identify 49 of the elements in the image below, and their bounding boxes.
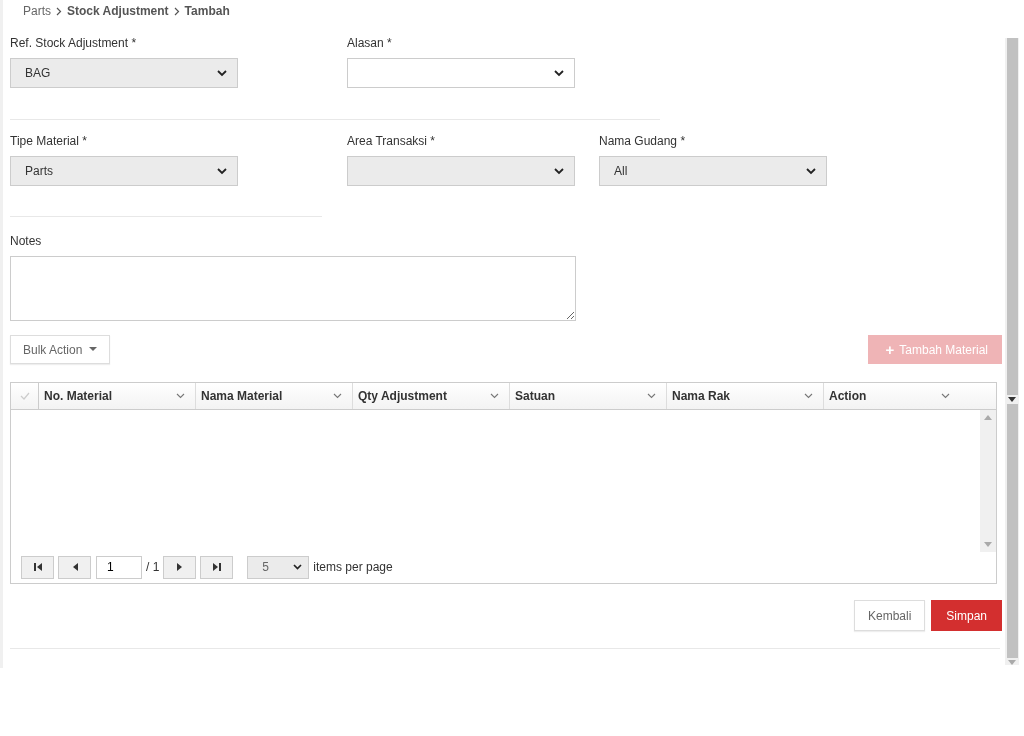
- notes-field[interactable]: [10, 256, 576, 321]
- page-size-dropdown[interactable]: 5: [247, 555, 310, 579]
- chevron-down-icon[interactable]: [647, 393, 656, 399]
- scrollbar[interactable]: [1005, 38, 1019, 665]
- chevron-down-icon: [554, 167, 564, 175]
- chevron-right-icon: [56, 6, 62, 16]
- column-header[interactable]: Action: [824, 383, 996, 409]
- last-page-icon: [211, 562, 222, 572]
- chevron-down-icon: [217, 167, 227, 175]
- back-button[interactable]: Kembali: [853, 600, 926, 631]
- chevron-down-icon[interactable]: [490, 393, 499, 399]
- field-label: Area Transaksi *: [347, 134, 437, 148]
- previous-page-button[interactable]: [58, 555, 91, 579]
- chevron-down-icon: [217, 69, 227, 77]
- bulk-action-button[interactable]: Bulk Action: [10, 335, 111, 364]
- chevron-down-icon: [806, 167, 816, 175]
- chevron-down-icon[interactable]: [176, 393, 185, 399]
- save-button[interactable]: Simpan: [931, 600, 1002, 631]
- page-count: / 1: [146, 560, 160, 574]
- last-page-button[interactable]: [200, 555, 234, 579]
- field-label: Ref. Stock Adjustment *: [10, 36, 138, 50]
- column-header[interactable]: No. Material: [39, 383, 196, 409]
- column-header[interactable]: Qty Adjustment: [353, 383, 510, 409]
- breadcrumb-item[interactable]: Parts: [23, 4, 51, 18]
- page-size-label: items per page: [313, 560, 393, 574]
- breadcrumb-item: Stock Adjustment: [67, 4, 169, 18]
- breadcrumb-item: Tambah: [184, 4, 230, 18]
- column-header[interactable]: Nama Rak: [667, 383, 824, 409]
- first-page-icon: [32, 562, 43, 572]
- dropdown-field[interactable]: [347, 58, 575, 88]
- caret-down-icon: [89, 347, 98, 352]
- first-page-button[interactable]: [21, 555, 54, 579]
- field-label: Alasan *: [347, 36, 393, 50]
- scroll-down-icon[interactable]: [1008, 397, 1016, 402]
- page-input[interactable]: 1: [96, 555, 142, 579]
- next-icon: [175, 562, 184, 572]
- chevron-right-icon: [173, 6, 180, 16]
- chevron-down-icon[interactable]: [941, 393, 950, 399]
- field-label: Nama Gudang *: [599, 134, 687, 148]
- chevron-down-icon[interactable]: [333, 393, 342, 399]
- column-header[interactable]: Satuan: [510, 383, 667, 409]
- checkmark-icon: [19, 392, 30, 400]
- field-label: Tipe Material *: [10, 134, 88, 148]
- chevron-down-icon: [554, 69, 564, 77]
- chevron-down-icon: [293, 564, 303, 570]
- next-page-button[interactable]: [163, 555, 197, 579]
- field-label: Notes: [10, 234, 43, 248]
- chevron-down-icon[interactable]: [804, 393, 813, 399]
- column-header[interactable]: Nama Material: [196, 383, 353, 409]
